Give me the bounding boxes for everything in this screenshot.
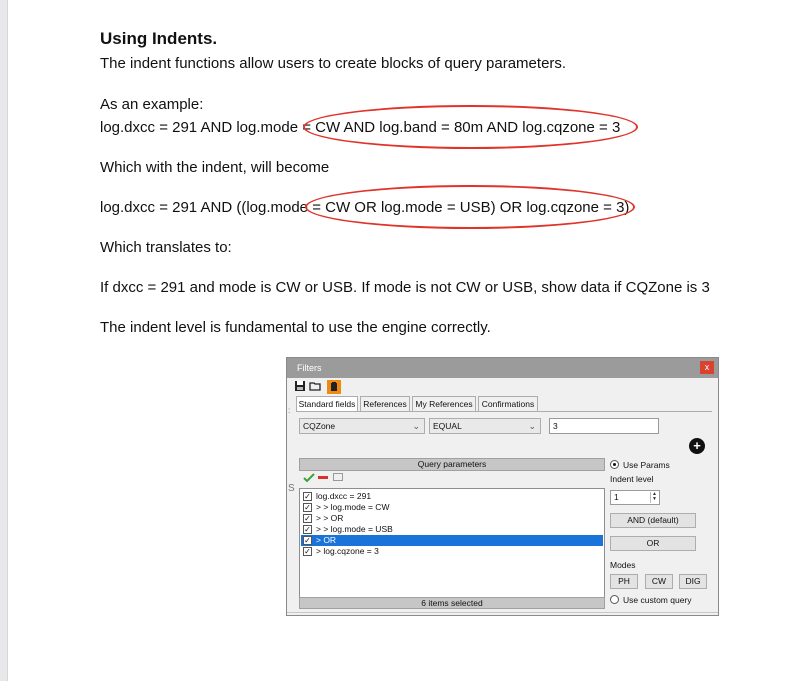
list-item[interactable]: ✓ > > log.mode = CW [301, 502, 603, 513]
list-item-selected[interactable]: ✓ > OR [301, 535, 603, 546]
checkbox[interactable]: ✓ [303, 514, 312, 523]
chevron-down-icon: ⌄ [528, 421, 536, 431]
translates-label: Which translates to: [100, 239, 232, 256]
check-icon[interactable] [303, 473, 315, 485]
or-button[interactable]: OR [610, 536, 696, 551]
translation-text: If dxcc = 291 and mode is CW or USB. If … [100, 279, 710, 296]
checkbox[interactable]: ✓ [303, 536, 312, 545]
background-divider [287, 612, 718, 613]
list-item[interactable]: ✓ > log.cqzone = 3 [301, 546, 603, 557]
filters-window: Filters x Standard fields References My … [286, 357, 719, 616]
checkbox[interactable]: ✓ [303, 503, 312, 512]
checkbox[interactable]: ✓ [303, 547, 312, 556]
custom-query-radio[interactable] [610, 595, 619, 604]
indent-level-stepper[interactable]: 1 ▲ ▼ [610, 490, 660, 505]
checkbox[interactable]: ✓ [303, 492, 312, 501]
save-icon[interactable] [294, 380, 308, 394]
indent-label: Which with the indent, will become [100, 159, 330, 176]
list-item[interactable]: ✓ > > log.mode = USB [301, 524, 603, 535]
list-item[interactable]: ✓ log.dxcc = 291 [301, 491, 603, 502]
example-label: As an example: [100, 96, 204, 113]
field-select-value: CQZone [303, 421, 336, 431]
window-titlebar: Filters x [287, 358, 718, 378]
field-select[interactable]: CQZone ⌄ [299, 418, 425, 434]
and-default-button[interactable]: AND (default) [610, 513, 696, 528]
operator-select[interactable]: EQUAL ⌄ [429, 418, 541, 434]
query-list: ✓ log.dxcc = 291 ✓ > > log.mode = CW ✓ > > … [299, 488, 605, 598]
spinner-arrows-icon[interactable]: ▲ ▼ [650, 492, 658, 503]
window-title: Filters [297, 363, 322, 373]
close-button[interactable]: x [700, 361, 714, 374]
closing-text: The indent level is fundamental to use t… [100, 319, 491, 336]
value-input[interactable]: 3 [549, 418, 659, 434]
selection-status: 6 items selected [299, 597, 605, 609]
query-parameters-header: Query parameters [299, 458, 605, 471]
checkbox[interactable]: ✓ [303, 525, 312, 534]
clipboard-icon[interactable] [327, 380, 341, 394]
tab-divider [296, 411, 712, 412]
tab-my-references[interactable]: My References [412, 396, 476, 412]
mode-dig-button[interactable]: DIG [679, 574, 707, 589]
add-parameter-button[interactable]: + [689, 438, 705, 454]
list-item[interactable]: ✓ > > OR [301, 513, 603, 524]
highlight-ellipse-1 [303, 105, 638, 149]
chevron-down-icon: ⌄ [412, 421, 420, 431]
use-params-radio[interactable] [610, 460, 619, 469]
operator-select-value: EQUAL [433, 421, 462, 431]
page-edge [0, 0, 8, 681]
background-fragment: : [288, 406, 291, 415]
plus-circle-icon: + [693, 438, 701, 453]
indent-icon[interactable] [333, 473, 343, 481]
background-fragment: S [288, 483, 295, 494]
section-heading: Using Indents. [100, 29, 218, 48]
indent-level-value: 1 [614, 492, 619, 502]
mode-cw-button[interactable]: CW [645, 574, 673, 589]
tab-references[interactable]: References [360, 396, 410, 412]
indent-level-label: Indent level [610, 474, 654, 484]
intro-text: The indent functions allow users to crea… [100, 55, 567, 72]
mode-ph-button[interactable]: PH [610, 574, 638, 589]
remove-icon[interactable] [318, 476, 328, 479]
modes-label: Modes [610, 560, 636, 570]
highlight-ellipse-2 [305, 185, 635, 229]
tab-standard-fields[interactable]: Standard fields [296, 396, 358, 412]
open-folder-icon[interactable] [309, 380, 323, 394]
custom-query-label: Use custom query [623, 595, 692, 605]
use-params-label: Use Params [623, 460, 670, 470]
tab-confirmations[interactable]: Confirmations [478, 396, 538, 412]
